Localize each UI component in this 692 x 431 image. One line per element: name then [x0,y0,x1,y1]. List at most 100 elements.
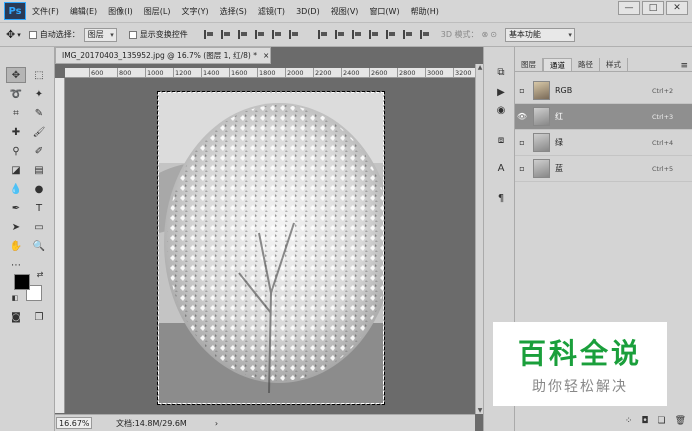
tool-preset-dropdown-icon[interactable]: ▾ [17,31,21,39]
maximize-button[interactable]: □ [642,1,664,15]
load-selection-icon[interactable]: ⁘ [625,416,633,426]
ruler-label: 1200 [173,68,192,77]
history-panel-icon[interactable]: ⧉ [493,65,509,79]
blur-tool-icon[interactable]: 💧 [6,181,26,197]
paragraph-styles-icon[interactable]: ⧈ [493,133,509,147]
align-hcenter-icon[interactable] [271,30,281,39]
path-selection-tool-icon[interactable]: ➤ [6,219,26,235]
distribute-top-icon[interactable] [317,30,327,39]
distribute-vcenter-icon[interactable] [334,30,344,39]
character-panel-icon[interactable]: A [493,161,509,175]
photoshop-logo: Ps [4,2,26,20]
status-menu-arrow-icon[interactable]: › [215,419,218,428]
healing-brush-tool-icon[interactable]: ✚ [6,124,26,140]
visibility-toggle[interactable]: ▫ [515,86,529,95]
lasso-tool-icon[interactable]: ➰ [6,86,26,102]
more-tools-icon[interactable]: ⋯ [6,257,26,273]
channel-name: 蓝 [555,164,563,173]
actions-play-icon[interactable]: ▶ [493,85,509,99]
auto-select-checkbox[interactable] [28,30,37,39]
distribute-right-icon[interactable] [402,30,412,39]
visibility-toggle[interactable]: ▫ [515,138,529,147]
gradient-tool-icon[interactable]: ▤ [29,162,49,178]
document-tab[interactable]: IMG_20170403_135952.jpg @ 16.7% (图层 1, 红… [55,47,271,64]
save-selection-icon[interactable]: ◘ [641,416,648,426]
close-tab-icon[interactable]: × [263,51,269,60]
clone-stamp-tool-icon[interactable]: ⚲ [6,143,26,159]
3d-orbit-icon[interactable]: ⊗ [482,30,489,39]
align-vcenter-icon[interactable] [220,30,230,39]
eraser-tool-icon[interactable]: ◪ [6,162,26,178]
channel-shortcut: Ctrl+5 [652,164,674,173]
menu-image[interactable]: 图像(I) [108,6,133,17]
auto-align-icon[interactable] [419,30,429,39]
swap-colors-icon[interactable]: ⇄ [34,269,46,279]
type-tool-icon[interactable]: T [29,200,49,216]
menu-view[interactable]: 视图(V) [331,6,359,17]
menu-select[interactable]: 选择(S) [220,6,247,17]
tab-styles[interactable]: 样式 [600,58,628,71]
distribute-bottom-icon[interactable] [351,30,361,39]
3d-rotate-icon[interactable]: ⊙ [490,30,497,39]
brush-tool-icon[interactable]: 🖌 [29,124,49,140]
menu-3d[interactable]: 3D(D) [296,7,320,16]
menu-filter[interactable]: 滤镜(T) [258,6,285,17]
screen-mode-icon[interactable]: ❐ [29,309,49,325]
menu-help[interactable]: 帮助(H) [411,6,439,17]
ruler-label: 2000 [285,68,304,77]
workspace-value: 基本功能 [508,30,541,39]
distribute-hcenter-icon[interactable] [385,30,395,39]
channel-row-blue[interactable]: ▫ 蓝 Ctrl+5 [515,156,692,182]
panel-menu-icon[interactable]: ≡ [680,61,688,71]
auto-select-dropdown[interactable]: 图层 [83,27,117,42]
marquee-tool-icon[interactable]: ⬚ [29,67,49,83]
eyedropper-tool-icon[interactable]: ✎ [29,105,49,121]
menu-bar: Ps 文件(F) 编辑(E) 图像(I) 图层(L) 文字(Y) 选择(S) 滤… [0,0,692,23]
channel-row-rgb[interactable]: ▫ RGB Ctrl+2 [515,78,692,104]
align-bottom-icon[interactable] [237,30,247,39]
minimize-button[interactable]: — [618,1,640,15]
tab-layers[interactable]: 图层 [515,58,543,71]
crop-tool-icon[interactable]: ⌗ [6,105,26,121]
menu-type[interactable]: 文字(Y) [181,6,208,17]
dodge-tool-icon[interactable]: ● [29,181,49,197]
channel-name: 红 [555,112,563,121]
align-top-icon[interactable] [203,30,213,39]
paragraph-panel-icon[interactable]: ¶ [493,191,509,205]
menu-edit[interactable]: 编辑(E) [70,6,97,17]
move-tool-icon[interactable]: ✥ [6,67,26,83]
workspace-dropdown[interactable]: 基本功能 [504,27,575,42]
show-transform-checkbox[interactable] [128,30,137,39]
close-button[interactable]: ✕ [666,1,688,15]
vertical-scrollbar[interactable]: ▲ ▼ [475,64,483,414]
quick-mask-icon[interactable]: ◙ [6,309,26,325]
delete-channel-icon[interactable]: 🗑 [675,416,686,426]
visibility-toggle[interactable]: ▫ [515,164,529,173]
shape-tool-icon[interactable]: ▭ [29,219,49,235]
zoom-tool-icon[interactable]: 🔍 [29,238,49,254]
eye-icon[interactable]: 👁 [515,112,529,121]
menu-window[interactable]: 窗口(W) [369,6,399,17]
hand-tool-icon[interactable]: ✋ [6,238,26,254]
new-channel-icon[interactable]: ❏ [657,416,665,426]
menu-file[interactable]: 文件(F) [32,6,59,17]
vertical-ruler [55,78,65,413]
foreground-color-swatch[interactable] [14,274,30,290]
default-colors-icon[interactable]: ◧ [10,293,20,303]
align-left-icon[interactable] [254,30,264,39]
canvas-image[interactable] [157,91,385,405]
distribute-left-icon[interactable] [368,30,378,39]
channel-shortcut: Ctrl+3 [652,112,674,121]
move-tool-icon[interactable]: ✥ [6,28,15,41]
zoom-level-field[interactable]: 16.67% [56,417,92,429]
pen-tool-icon[interactable]: ✒ [6,200,26,216]
magic-wand-tool-icon[interactable]: ✦ [29,86,49,102]
tab-paths[interactable]: 路径 [572,58,600,71]
channel-row-red[interactable]: 👁 红 Ctrl+3 [515,104,692,130]
properties-panel-icon[interactable]: ◉ [493,103,509,117]
tab-channels[interactable]: 通道 [543,58,572,71]
menu-layer[interactable]: 图层(L) [144,6,171,17]
align-right-icon[interactable] [288,30,298,39]
channel-row-green[interactable]: ▫ 绿 Ctrl+4 [515,130,692,156]
history-brush-tool-icon[interactable]: ✐ [29,143,49,159]
